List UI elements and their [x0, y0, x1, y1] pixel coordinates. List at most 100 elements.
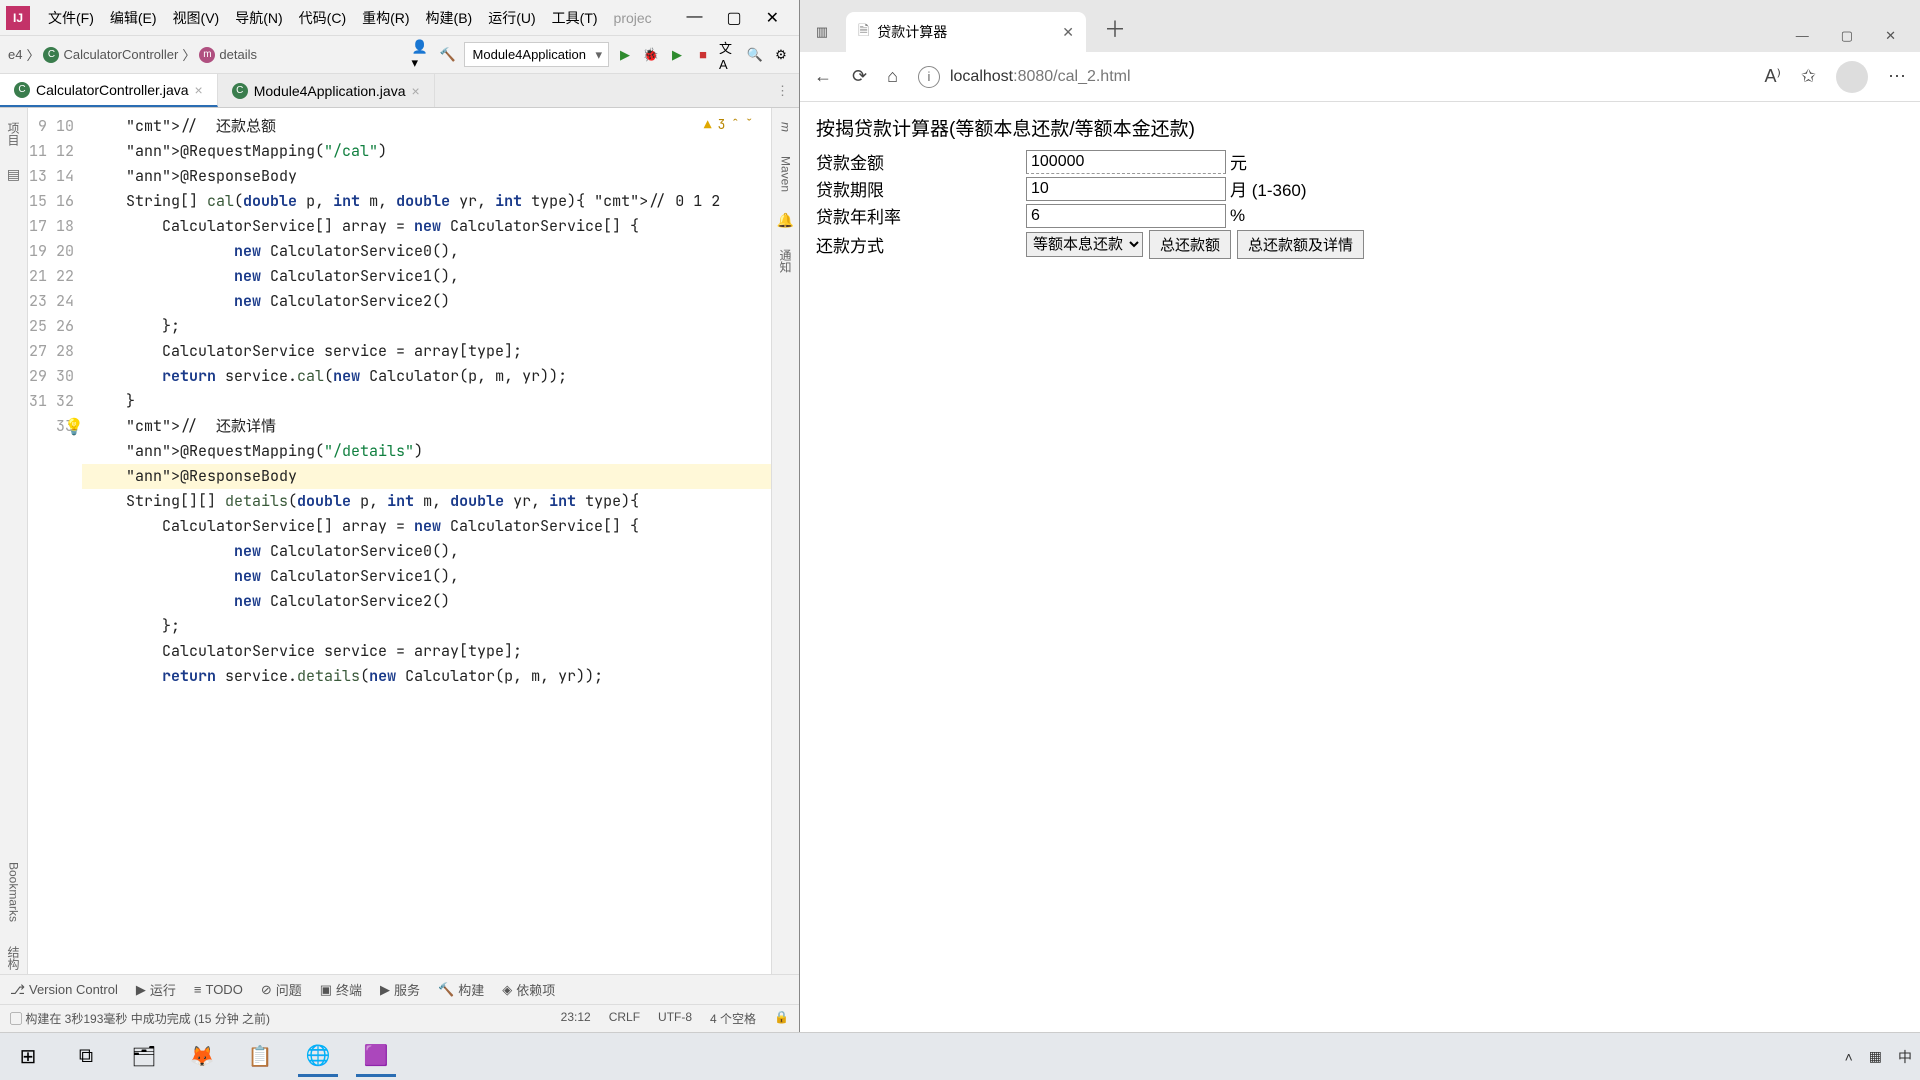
lock-icon[interactable]: 🔒 — [774, 1010, 789, 1027]
menu-nav[interactable]: 导航(N) — [227, 4, 290, 32]
translate-icon[interactable]: 文A — [719, 45, 739, 65]
tool-project[interactable]: 项目 — [5, 118, 22, 150]
code-editor[interactable]: ▲3 ˆ ˇ "cmt">// 还款总额 "ann">@RequestMappi… — [82, 108, 771, 974]
ide-window: IJ 文件(F) 编辑(E) 视图(V) 导航(N) 代码(C) 重构(R) 构… — [0, 0, 800, 1032]
tool-deps[interactable]: ◈ 依赖项 — [502, 980, 555, 999]
page-content: 按揭贷款计算器(等额本息还款/等额本金还款) 贷款金额 元 贷款期限 月 (1-… — [800, 102, 1920, 1032]
tool-services[interactable]: ▶ 服务 — [380, 980, 420, 999]
ide-tool-windows: ⎇ Version Control ▶ 运行 ≡ TODO ⊘ 问题 ▣ 终端 … — [0, 974, 799, 1004]
tool-run[interactable]: ▶ 运行 — [136, 980, 176, 999]
tool-bookmarks[interactable]: Bookmarks — [7, 858, 21, 926]
tool-todo[interactable]: ≡ TODO — [194, 982, 243, 997]
window-maximize-icon[interactable]: ▢ — [726, 8, 741, 28]
status-encoding[interactable]: UTF-8 — [658, 1010, 692, 1027]
browser-tab[interactable]: 🗎 贷款计算器 ✕ — [846, 12, 1086, 52]
tool-maven[interactable]: m — [779, 118, 793, 136]
intellij-icon[interactable]: 🟪 — [356, 1037, 396, 1077]
label-method: 还款方式 — [816, 232, 1026, 257]
task-view-icon[interactable]: ⧉ — [66, 1037, 106, 1077]
status-lineend[interactable]: CRLF — [609, 1010, 640, 1027]
stop-icon[interactable]: ■ — [693, 45, 713, 65]
folder-icon[interactable]: ▤ — [7, 166, 20, 183]
bell-icon[interactable]: 🔔 — [777, 212, 794, 229]
tool-notifications[interactable]: 通知 — [777, 245, 794, 277]
select-method[interactable]: 等额本息还款 — [1026, 232, 1143, 257]
status-indent[interactable]: 4 个空格 — [710, 1010, 756, 1027]
tool-problems[interactable]: ⊘ 问题 — [261, 980, 302, 999]
editor-tab-active[interactable]: C CalculatorController.java × — [0, 74, 218, 107]
menu-build[interactable]: 构建(B) — [418, 4, 481, 32]
windows-taskbar: ⊞ ⧉ 🗂 🦊 📋 🌐 🟪 ˄ ▦ 中 — [0, 1032, 1920, 1080]
window-minimize-icon[interactable]: — — [686, 8, 702, 28]
home-icon[interactable]: ⌂ — [887, 66, 898, 87]
line-numbers: 9 10 11 12 13 14 15 16 17 18 19 20 21 22… — [28, 108, 82, 974]
tool-maven-label[interactable]: Maven — [779, 152, 793, 196]
tray-chevron-icon[interactable]: ˄ — [1845, 1049, 1853, 1065]
read-aloud-icon[interactable]: A⁾ — [1764, 66, 1780, 87]
user-icon[interactable]: 👤▾ — [412, 45, 432, 65]
explorer-icon[interactable]: 🗂 — [124, 1037, 164, 1077]
new-tab-button[interactable]: ＋ — [1096, 8, 1134, 48]
menu-edit[interactable]: 编辑(E) — [102, 4, 165, 32]
label-rate: 贷款年利率 — [816, 203, 1026, 228]
address-bar[interactable]: i localhost:8080/cal_2.html — [918, 66, 1745, 88]
back-icon[interactable]: ← — [814, 66, 832, 87]
tool-vc[interactable]: ⎇ Version Control — [10, 982, 118, 998]
firefox-icon[interactable]: 🦊 — [182, 1037, 222, 1077]
tab-close-icon[interactable]: × — [195, 82, 203, 98]
office-icon[interactable]: 📋 — [240, 1037, 280, 1077]
tab-options-icon[interactable]: ⋮ — [766, 74, 799, 107]
browser-toolbar: ← ⟳ ⌂ i localhost:8080/cal_2.html A⁾ ✩ ⋯ — [800, 52, 1920, 102]
site-info-icon[interactable]: i — [918, 66, 940, 88]
calc-total-button[interactable]: 总还款额 — [1149, 230, 1231, 259]
calc-detail-button[interactable]: 总还款额及详情 — [1237, 230, 1364, 259]
unit-rate: % — [1230, 206, 1245, 226]
menu-view[interactable]: 视图(V) — [165, 4, 228, 32]
coverage-icon[interactable]: ▶ — [667, 45, 687, 65]
tab-close-icon[interactable]: × — [411, 83, 419, 99]
menu-tools[interactable]: 工具(T) — [544, 4, 606, 32]
hammer-icon[interactable]: 🔨 — [438, 45, 458, 65]
run-icon[interactable]: ▶ — [615, 45, 635, 65]
label-amount: 贷款金额 — [816, 149, 1026, 174]
settings-icon[interactable]: ⚙ — [771, 45, 791, 65]
menu-code[interactable]: 代码(C) — [291, 4, 354, 32]
edge-icon[interactable]: 🌐 — [298, 1037, 338, 1077]
debug-icon[interactable]: 🐞 — [641, 45, 661, 65]
window-maximize-icon[interactable]: ▢ — [1841, 28, 1853, 44]
ime-indicator[interactable]: 中 — [1898, 1047, 1912, 1067]
java-class-icon: C — [14, 82, 30, 98]
tab-close-icon[interactable]: ✕ — [1062, 24, 1074, 41]
tool-build[interactable]: 🔨 构建 — [438, 980, 484, 999]
ide-toolbar: e4 〉 CCalculatorController 〉 mdetails 👤▾… — [0, 36, 799, 74]
menu-icon[interactable]: ⋯ — [1888, 66, 1906, 87]
favorite-icon[interactable]: ✩ — [1801, 66, 1816, 87]
window-close-icon[interactable]: ✕ — [766, 8, 779, 28]
java-class-icon: C — [232, 83, 248, 99]
refresh-icon[interactable]: ⟳ — [852, 66, 867, 87]
window-close-icon[interactable]: ✕ — [1885, 28, 1896, 44]
menu-run[interactable]: 运行(U) — [480, 4, 543, 32]
status-caret[interactable]: 23:12 — [561, 1010, 591, 1027]
unit-amount: 元 — [1230, 149, 1247, 174]
tool-structure[interactable]: 结构 — [5, 942, 22, 974]
status-build-msg: ▢ 构建在 3秒193毫秒 中成功完成 (15 分钟 之前) — [10, 1010, 270, 1027]
input-rate[interactable] — [1026, 204, 1226, 228]
profile-avatar[interactable] — [1836, 61, 1868, 93]
menu-file[interactable]: 文件(F) — [40, 4, 102, 32]
tool-terminal[interactable]: ▣ 终端 — [320, 980, 362, 999]
editor-tabstrip: C CalculatorController.java × C Module4A… — [0, 74, 799, 108]
search-icon[interactable]: 🔍 — [745, 45, 765, 65]
ide-statusbar: ▢ 构建在 3秒193毫秒 中成功完成 (15 分钟 之前) 23:12 CRL… — [0, 1004, 799, 1032]
run-config-select[interactable]: Module4Application — [464, 42, 609, 67]
menu-refac[interactable]: 重构(R) — [354, 4, 417, 32]
editor-tab[interactable]: C Module4Application.java × — [218, 74, 435, 107]
tab-actions-icon[interactable]: ▥ — [808, 18, 836, 46]
input-term[interactable] — [1026, 177, 1226, 201]
window-minimize-icon[interactable]: — — [1796, 28, 1809, 44]
input-amount[interactable] — [1026, 150, 1226, 174]
start-button[interactable]: ⊞ — [8, 1037, 48, 1077]
tray-grid-icon[interactable]: ▦ — [1869, 1048, 1882, 1065]
breadcrumb[interactable]: e4 〉 CCalculatorController 〉 mdetails — [8, 45, 257, 64]
unit-term: 月 (1-360) — [1230, 176, 1307, 201]
